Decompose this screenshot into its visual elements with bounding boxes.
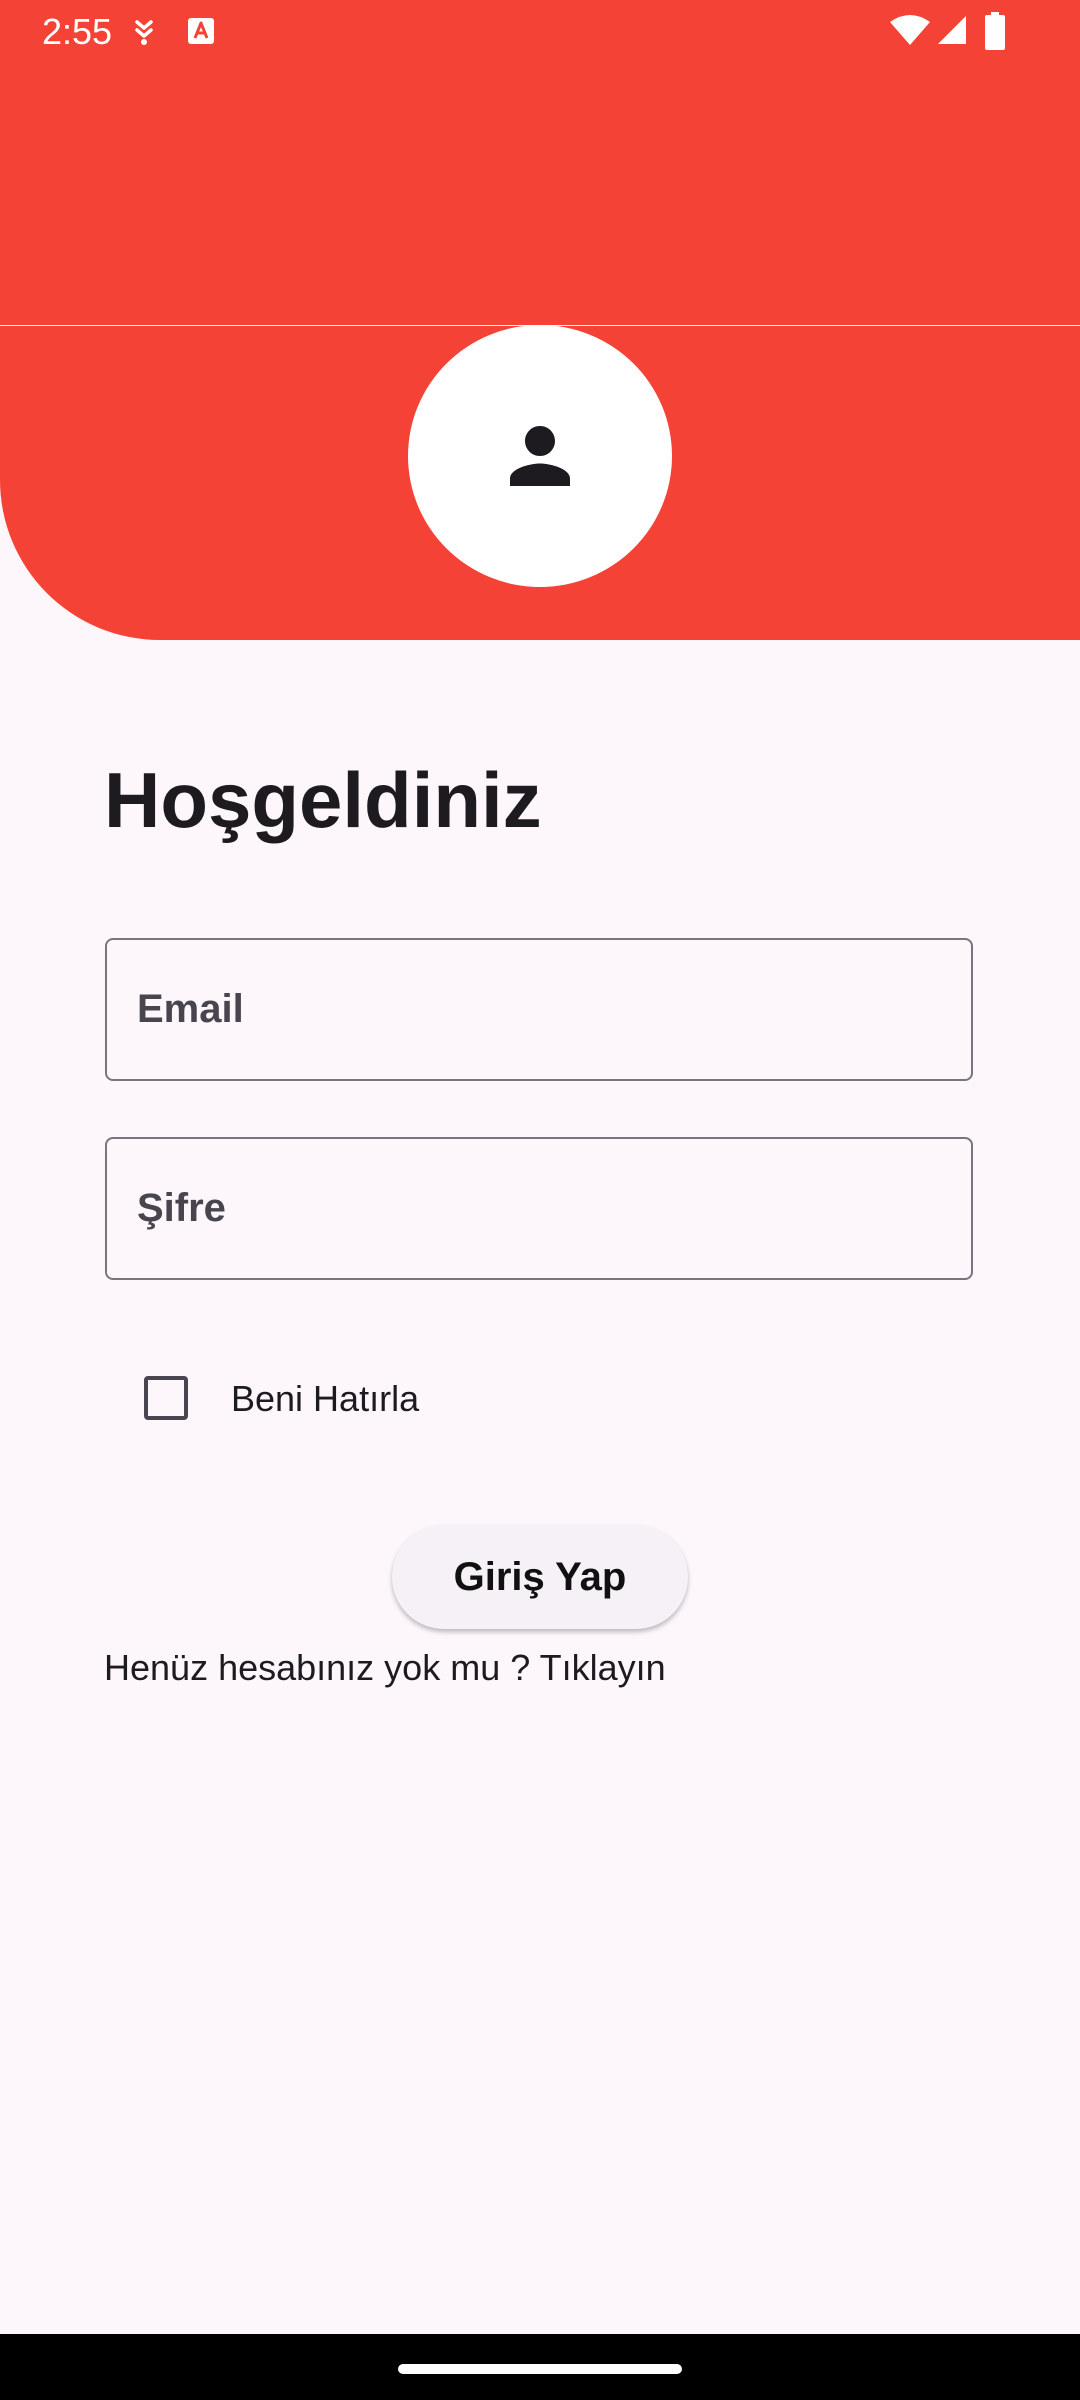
download-indicator-icon — [130, 16, 158, 53]
avatar — [408, 325, 672, 587]
remember-me-checkbox[interactable] — [144, 1376, 188, 1420]
email-input[interactable] — [107, 940, 971, 1079]
home-gesture-handle[interactable] — [398, 2364, 682, 2374]
login-button[interactable]: Giriş Yap — [392, 1525, 688, 1629]
status-bar: 2:55 — [0, 0, 1080, 64]
page-title: Hoşgeldiniz — [104, 756, 542, 844]
remember-me-label[interactable]: Beni Hatırla — [231, 1376, 419, 1422]
password-input[interactable] — [107, 1139, 971, 1278]
signal-icon — [936, 14, 968, 51]
wifi-icon — [890, 14, 930, 51]
battery-icon — [984, 12, 1006, 55]
status-time: 2:55 — [42, 11, 113, 52]
email-field[interactable] — [105, 938, 973, 1081]
signup-link[interactable]: Henüz hesabınız yok mu ? Tıklayın — [104, 1645, 666, 1691]
password-field[interactable] — [105, 1137, 973, 1280]
app-notification-icon — [187, 17, 215, 50]
person-icon — [510, 426, 570, 486]
